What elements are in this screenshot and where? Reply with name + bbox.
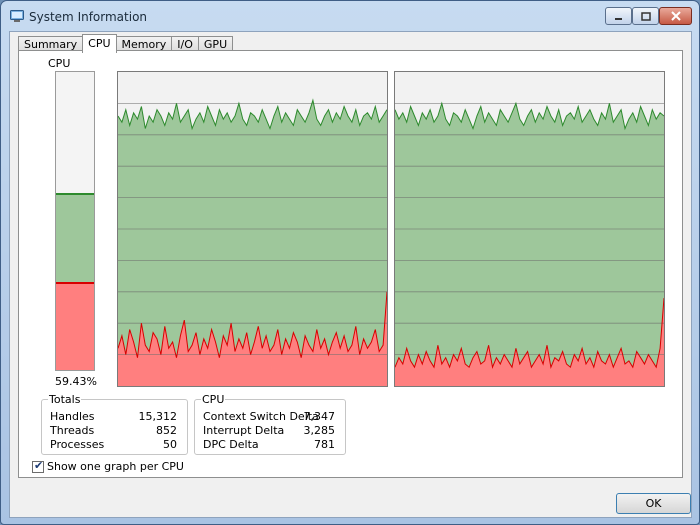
threads-label: Threads xyxy=(50,424,95,437)
cpu-stats-row-context-switch: Context Switch Delta 7,347 xyxy=(195,410,345,424)
cpu1-total-area xyxy=(395,103,664,386)
maximize-icon xyxy=(640,11,651,21)
totals-group-title: Totals xyxy=(48,393,82,406)
cpu-graph-0 xyxy=(117,71,388,387)
processes-label: Processes xyxy=(50,438,105,451)
dialog-client-area: Summary CPU Memory I/O GPU CPU 59.43% To… xyxy=(9,31,692,518)
cpu-stats-row-interrupt: Interrupt Delta 3,285 xyxy=(195,424,345,438)
handles-value: 15,312 xyxy=(138,410,178,423)
processes-value: 50 xyxy=(163,438,177,451)
threads-value: 852 xyxy=(156,424,177,437)
minimize-button[interactable] xyxy=(605,7,632,25)
handles-label: Handles xyxy=(50,410,95,423)
context-switch-value: 7,347 xyxy=(303,410,336,423)
cpu-graph-1-plot xyxy=(395,72,664,386)
cpu-stats-group: CPU Context Switch Delta 7,347 Interrupt… xyxy=(194,393,346,455)
one-graph-per-cpu-label[interactable]: Show one graph per CPU xyxy=(47,460,184,473)
cpu-stats-group-title: CPU xyxy=(201,393,226,406)
totals-group: Totals Handles 15,312 Threads 852 Proces… xyxy=(41,393,188,455)
system-info-app-icon xyxy=(10,10,24,22)
one-graph-per-cpu-checkbox[interactable]: ✔ xyxy=(32,458,44,473)
totals-row-threads: Threads 852 xyxy=(42,424,187,438)
context-switch-label: Context Switch Delta xyxy=(203,410,319,423)
window-title: System Information xyxy=(29,10,148,24)
cpu-stats-row-dpc: DPC Delta 781 xyxy=(195,438,345,452)
cpu-usage-meter xyxy=(55,71,95,371)
one-graph-per-cpu-option[interactable]: ✔ Show one graph per CPU xyxy=(32,458,184,473)
checkmark-icon: ✔ xyxy=(34,458,44,472)
close-button[interactable] xyxy=(659,7,692,25)
cpu-usage-percent: 59.43% xyxy=(55,375,97,388)
totals-row-handles: Handles 15,312 xyxy=(42,410,187,424)
title-bar[interactable]: System Information xyxy=(1,1,699,31)
dpc-value: 781 xyxy=(314,438,335,451)
ok-button[interactable]: OK xyxy=(616,493,691,514)
system-information-window: System Information Summary CPU Memory I/… xyxy=(0,0,700,525)
cpu-graph-1 xyxy=(394,71,665,387)
totals-row-processes: Processes 50 xyxy=(42,438,187,452)
cpu-meter-label: CPU xyxy=(48,57,71,70)
minimize-icon xyxy=(615,17,622,20)
cpu-graph-0-plot xyxy=(118,72,387,386)
cpu-tab-panel: CPU 59.43% Totals Handles 15,312 Threads xyxy=(18,50,683,478)
cpu-kernel-fill xyxy=(56,282,94,370)
interrupt-label: Interrupt Delta xyxy=(203,424,285,437)
maximize-button[interactable] xyxy=(632,7,659,25)
tab-cpu[interactable]: CPU xyxy=(82,34,117,53)
close-icon xyxy=(670,11,681,21)
dpc-label: DPC Delta xyxy=(203,438,259,451)
interrupt-value: 3,285 xyxy=(303,424,336,437)
